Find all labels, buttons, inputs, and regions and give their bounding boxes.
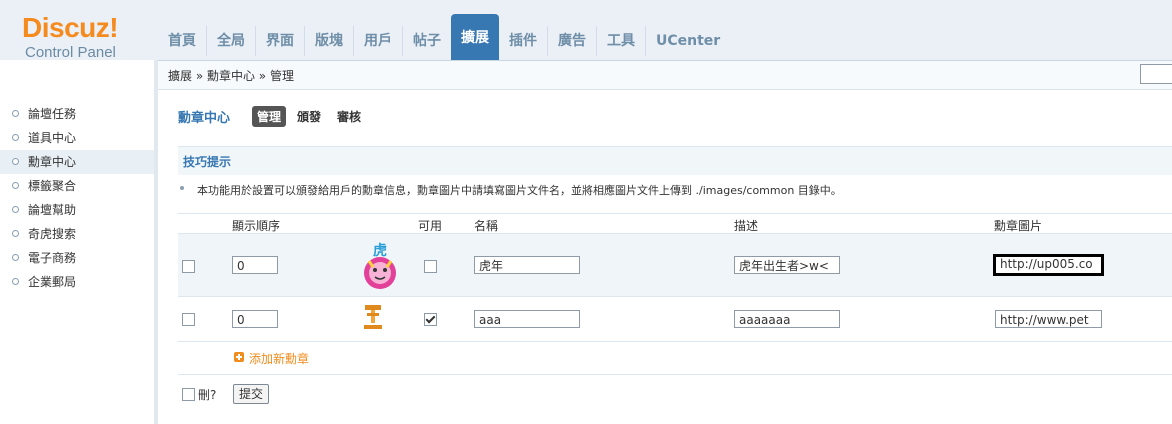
medal-image-input[interactable]: http://www.pet xyxy=(995,310,1102,328)
table-row: 0 aaa aaaaaaa http://www.pet xyxy=(178,296,1172,341)
add-medal-row: 添加新勳章 xyxy=(178,341,1172,374)
sidebar: 論壇任務 道具中心 勳章中心 標籤聚合 論壇幫助 奇虎搜索 電子商務 企業郵局 xyxy=(0,60,154,424)
nav-users[interactable]: 用戶 xyxy=(353,26,402,56)
discuz-logo[interactable]: Discuz! Control Panel xyxy=(22,14,162,61)
nav-extensions[interactable]: 擴展 xyxy=(451,14,499,60)
sidebar-item-tasks[interactable]: 論壇任務 xyxy=(0,102,154,126)
enable-checkbox[interactable] xyxy=(424,260,437,273)
nav-posts[interactable]: 帖子 xyxy=(402,26,451,56)
header-image: 勳章圖片 xyxy=(994,219,1043,233)
sidebar-item-qihoo[interactable]: 奇虎搜索 xyxy=(0,222,154,246)
breadcrumb-bar: 擴展 » 勳章中心 » 管理 xyxy=(158,60,1172,90)
trophy-icon xyxy=(364,305,382,329)
bullet-icon xyxy=(180,186,184,190)
order-input[interactable]: 0 xyxy=(232,310,278,328)
top-bar: Discuz! Control Panel 首頁 全局 界面 版塊 用戶 帖子 … xyxy=(0,0,1172,61)
nav-global[interactable]: 全局 xyxy=(206,26,255,56)
table-row: 0 虎 虎年 虎年出生者>w< http://up005.co xyxy=(178,233,1172,296)
delete-checkbox[interactable] xyxy=(182,313,195,326)
sidebar-item-ecommerce[interactable]: 電子商務 xyxy=(0,246,154,270)
form-footer: 刪? 提交 xyxy=(178,374,1172,415)
bullet-icon xyxy=(12,254,19,261)
delete-all-checkbox[interactable] xyxy=(182,388,195,401)
tips-title: 技巧提示 xyxy=(183,155,232,169)
logo-subtitle: Control Panel xyxy=(25,44,116,61)
bullet-icon xyxy=(12,134,19,141)
bullet-icon xyxy=(12,206,19,213)
delete-checkbox[interactable] xyxy=(182,260,195,273)
nav-forums[interactable]: 版塊 xyxy=(304,26,353,56)
bullet-icon xyxy=(12,158,19,165)
tab-award[interactable]: 頒發 xyxy=(292,106,326,127)
sidebar-item-tags[interactable]: 標籤聚合 xyxy=(0,174,154,198)
header-enabled: 可用 xyxy=(418,219,443,233)
medal-name-input[interactable]: 虎年 xyxy=(474,256,580,274)
nav-home[interactable]: 首頁 xyxy=(158,26,206,56)
header-desc: 描述 xyxy=(734,219,759,233)
nav-interface[interactable]: 界面 xyxy=(255,26,304,56)
header-name: 名稱 xyxy=(474,219,499,233)
medal-desc-input[interactable]: aaaaaaa xyxy=(734,310,840,328)
medal-name-input[interactable]: aaa xyxy=(474,310,580,328)
page-title: 勳章中心 xyxy=(178,111,231,126)
delete-label: 刪? xyxy=(198,388,217,402)
search-input[interactable] xyxy=(1140,64,1172,84)
nav-ucenter[interactable]: UCenter xyxy=(645,26,730,56)
main-nav: 首頁 全局 界面 版塊 用戶 帖子 擴展 插件 廣告 工具 UCenter xyxy=(158,12,730,60)
sidebar-item-magic[interactable]: 道具中心 xyxy=(0,126,154,150)
header-order: 顯示順序 xyxy=(232,219,281,233)
bullet-icon xyxy=(12,278,19,285)
add-icon[interactable] xyxy=(234,352,244,362)
logo-wordmark: Discuz! xyxy=(22,12,119,43)
main-content: 勳章中心 管理 頒發 審核 技巧提示 本功能用於設置可以頒發給用戶的勳章信息，勳… xyxy=(158,89,1172,424)
enable-checkbox[interactable] xyxy=(424,313,437,326)
medal-image-input[interactable]: http://up005.co xyxy=(993,254,1104,276)
medal-desc-input[interactable]: 虎年出生者>w< xyxy=(734,256,840,274)
breadcrumb: 擴展 » 勳章中心 » 管理 xyxy=(168,69,294,83)
sidebar-item-medals[interactable]: 勳章中心 xyxy=(0,150,154,174)
submit-button[interactable]: 提交 xyxy=(233,384,270,404)
sidebar-item-mail[interactable]: 企業郵局 xyxy=(0,270,154,294)
nav-plugins[interactable]: 插件 xyxy=(499,26,547,56)
bullet-icon xyxy=(12,230,19,237)
add-medal-link[interactable]: 添加新勳章 xyxy=(249,350,309,367)
tab-manage[interactable]: 管理 xyxy=(252,106,287,127)
table-header: 顯示順序 可用 名稱 描述 勳章圖片 xyxy=(178,213,1172,234)
tab-review[interactable]: 審核 xyxy=(332,106,366,127)
tip-text: 本功能用於設置可以頒發給用戶的勳章信息，勳章圖片中請填寫圖片文件名，並將相應圖片… xyxy=(197,184,842,197)
tips-header: 技巧提示 xyxy=(178,146,1172,175)
sidebar-item-help[interactable]: 論壇幫助 xyxy=(0,198,154,222)
nav-tools[interactable]: 工具 xyxy=(596,26,645,56)
bullet-icon xyxy=(12,182,19,189)
nav-ads[interactable]: 廣告 xyxy=(547,26,596,56)
order-input[interactable]: 0 xyxy=(232,256,278,274)
bullet-icon xyxy=(12,110,19,117)
tiger-icon: 虎 xyxy=(362,240,398,290)
